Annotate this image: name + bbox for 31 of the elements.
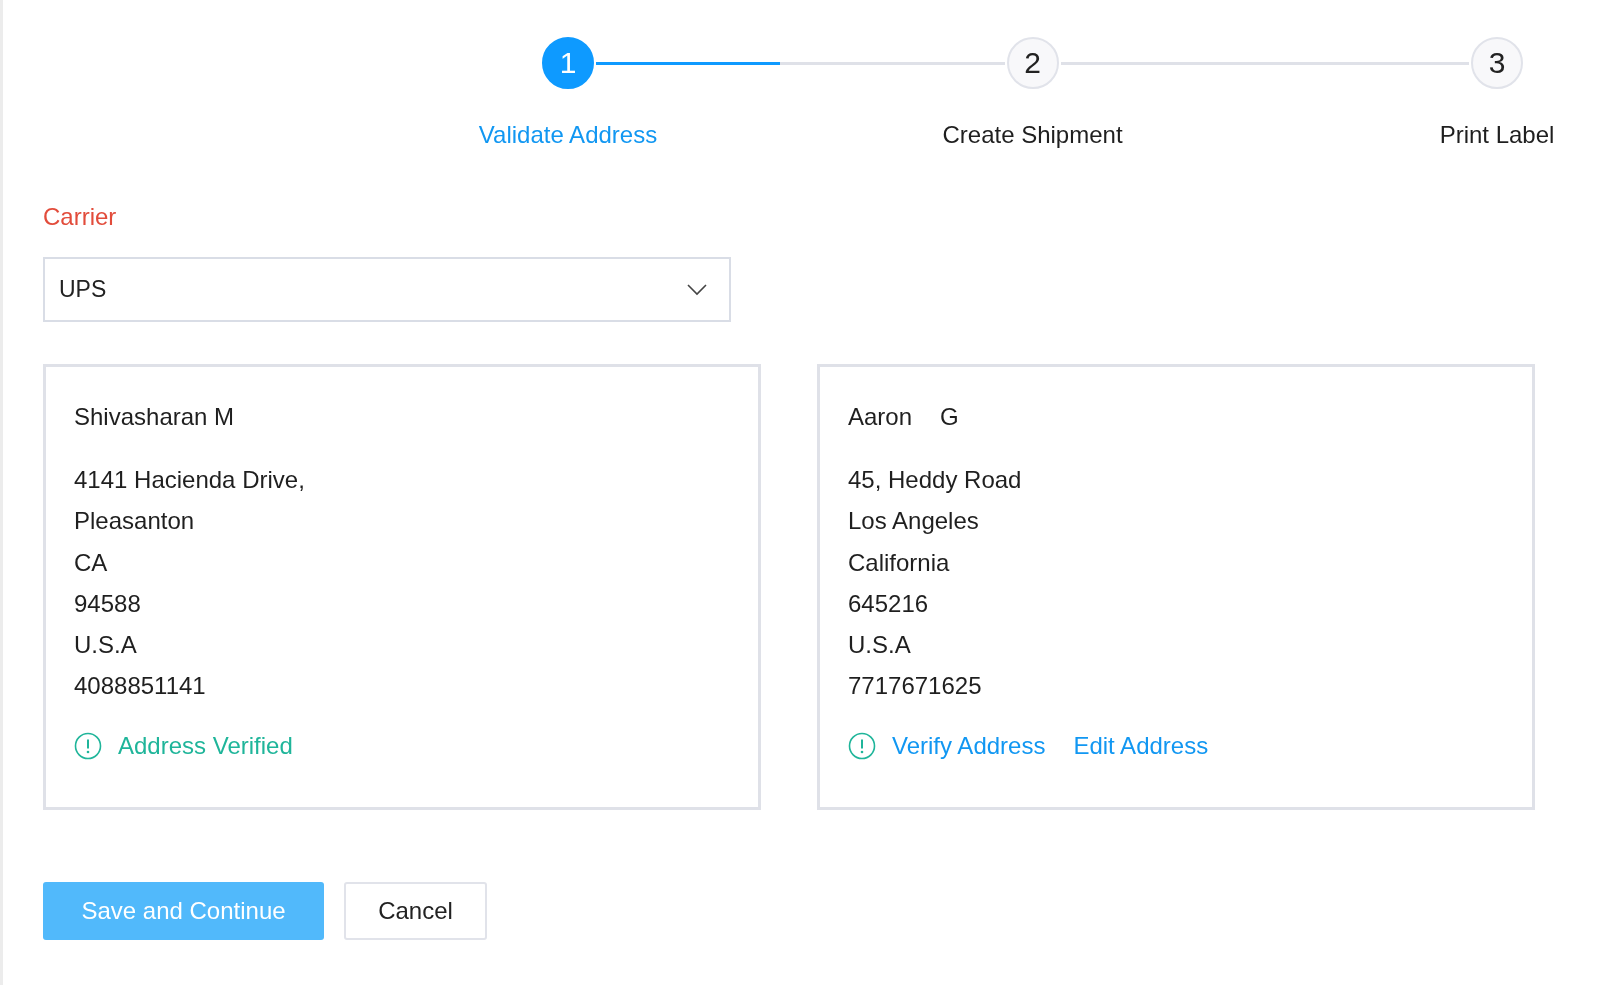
address-line: 4088851141 — [74, 671, 207, 702]
address-link[interactable]: Edit Address — [1073, 731, 1209, 760]
address-line: CA — [74, 547, 109, 578]
address-line: U.S.A — [74, 630, 138, 661]
address-line: Pleasanton — [74, 506, 196, 537]
address-line: 645216 — [848, 588, 930, 619]
contact-name: Shivasharan M — [74, 403, 235, 431]
address-link[interactable]: Verify Address — [892, 731, 1046, 760]
cancel-button[interactable]: Cancel — [344, 882, 487, 940]
address-line: U.S.A — [848, 630, 912, 661]
verification-status: Address Verified — [118, 731, 293, 760]
address-line: California — [848, 547, 951, 578]
step-label: Print Label — [1439, 121, 1555, 149]
address-line: 94588 — [74, 588, 142, 619]
step-label: Create Shipment — [942, 121, 1123, 149]
address-line: 45, Heddy Road — [848, 465, 1023, 495]
step-number: 1 — [542, 37, 594, 89]
contact-name: Aaron — [848, 403, 913, 431]
info-circle-icon — [848, 731, 876, 760]
step-label: Validate Address — [478, 121, 658, 149]
address-line: 4141 Hacienda Drive, — [74, 465, 306, 495]
info-circle-icon — [74, 731, 102, 760]
carrier-dropdown[interactable]: UPS — [43, 257, 731, 322]
carrier-label: Carrier — [43, 203, 118, 231]
save-continue-button[interactable]: Save and Continue — [43, 882, 324, 940]
step-number: 3 — [1471, 37, 1523, 89]
contact-name: G — [940, 403, 959, 431]
address-line: 7717671625 — [848, 671, 983, 702]
address-line: Los Angeles — [848, 506, 980, 537]
step-number: 2 — [1006, 37, 1059, 89]
chevron-down-icon — [687, 283, 707, 296]
